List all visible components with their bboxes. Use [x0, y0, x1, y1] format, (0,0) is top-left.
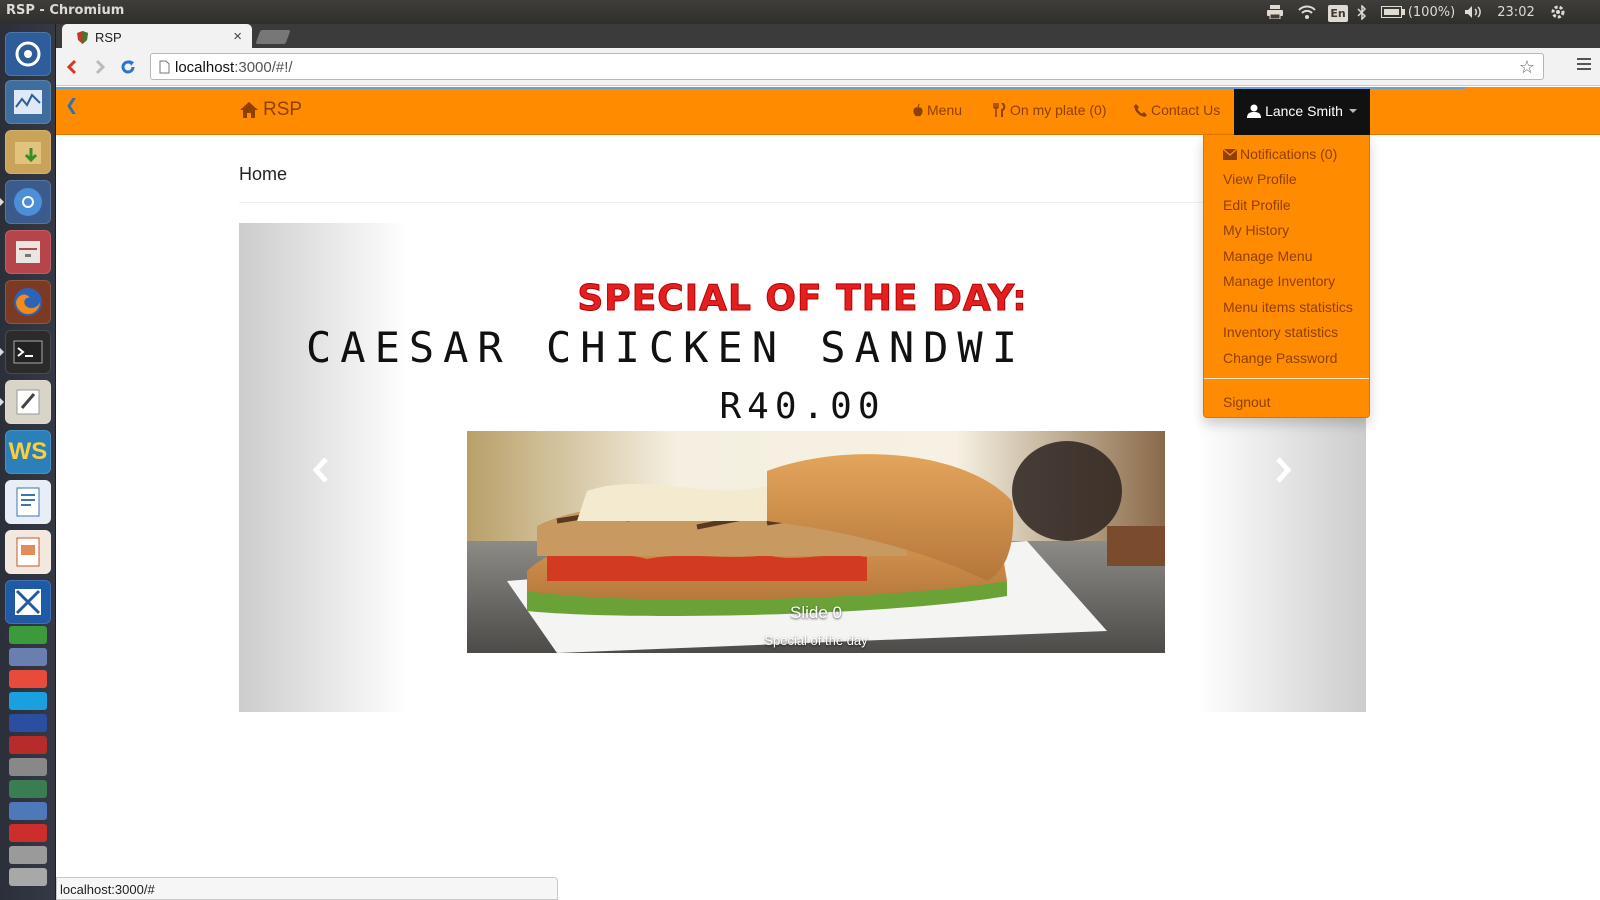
user-dropdown-menu: Notifications (0) View Profile Edit Prof… — [1203, 135, 1370, 418]
removable-drive-icon[interactable] — [9, 846, 47, 864]
skype-icon[interactable] — [9, 692, 47, 710]
address-bar[interactable]: localhost:3000/#!/ ☆ — [150, 53, 1544, 80]
back-button[interactable] — [62, 57, 82, 77]
back-arrow-icon — [66, 59, 77, 75]
trash-icon[interactable] — [9, 868, 47, 886]
site-navbar: ❮ RSP Menu On my plate (0) Contact Us La… — [56, 87, 1600, 135]
brand-name: RSP — [263, 99, 303, 120]
new-tab-button[interactable] — [255, 30, 291, 44]
running-indicator — [0, 398, 4, 406]
carousel-caption: Slide 0 Special of the day — [467, 603, 1165, 648]
user-menu-toggle[interactable]: Lance Smith — [1234, 87, 1370, 135]
battery-indicator[interactable]: (100%) — [1378, 0, 1458, 24]
page-icon — [159, 60, 170, 74]
special-item-name: CAESAR CHICKEN SANDWI — [306, 323, 1027, 372]
archive-manager-icon[interactable] — [5, 130, 51, 174]
impress-icon[interactable] — [5, 530, 51, 574]
system-top-panel: RSP - Chromium En (100%) 23:02 — [0, 0, 1600, 24]
battery-icon — [1380, 6, 1405, 18]
loading-bar — [56, 87, 1466, 89]
file-cabinet-icon[interactable] — [5, 230, 51, 274]
previous-slide-icon[interactable] — [309, 455, 333, 485]
home-icon — [240, 102, 258, 118]
dropdown-edit-profile[interactable]: Edit Profile — [1223, 197, 1291, 213]
settings-app-icon[interactable] — [9, 802, 47, 820]
webstorm-icon[interactable]: WS — [5, 430, 51, 474]
volume-icon[interactable] — [1462, 0, 1486, 24]
text-editor-icon[interactable] — [5, 380, 51, 424]
document-viewer-icon[interactable] — [9, 648, 47, 666]
keyboard-layout-indicator[interactable]: En — [1327, 0, 1349, 24]
reload-icon — [121, 60, 135, 74]
chromium-icon[interactable] — [5, 180, 51, 224]
nav-menu-link[interactable]: Menu — [913, 102, 962, 118]
battery-percent: (100%) — [1407, 4, 1456, 20]
tab-close-icon[interactable]: × — [233, 28, 242, 45]
bookmark-star-icon[interactable]: ☆ — [1519, 57, 1535, 78]
wifi-icon[interactable] — [1295, 0, 1319, 24]
dropdown-view-profile[interactable]: View Profile — [1223, 171, 1297, 187]
gmail-icon[interactable] — [9, 670, 47, 688]
dropdown-manage-menu[interactable]: Manage Menu — [1223, 248, 1313, 264]
next-slide-icon[interactable] — [1271, 455, 1295, 485]
running-indicator — [0, 348, 4, 356]
caret-down-icon — [1348, 109, 1357, 113]
dropdown-change-password[interactable]: Change Password — [1223, 350, 1337, 366]
special-carousel: SPECIAL OF THE DAY: CAESAR CHICKEN SANDW… — [239, 223, 1366, 712]
tab-title: RSP — [95, 29, 122, 45]
calc-icon[interactable] — [9, 626, 47, 644]
network-app-icon[interactable] — [9, 780, 47, 798]
running-indicator — [0, 198, 4, 206]
dash-home-icon[interactable] — [5, 32, 51, 76]
dropdown-notifications[interactable]: Notifications (0) — [1223, 146, 1337, 162]
firefox-icon[interactable] — [5, 280, 51, 324]
nav-contact-link[interactable]: Contact Us — [1134, 102, 1220, 118]
collapse-sidebar-icon[interactable]: ❮ — [65, 95, 78, 115]
window-title: RSP - Chromium — [6, 3, 125, 18]
user-icon — [1247, 104, 1262, 118]
forward-button[interactable] — [90, 57, 110, 77]
heading-divider — [239, 202, 1366, 203]
dropdown-divider — [1204, 378, 1369, 379]
workspace-icon[interactable] — [9, 824, 47, 842]
dropdown-manage-inventory[interactable]: Manage Inventory — [1223, 273, 1335, 289]
dropdown-inventory-statistics[interactable]: Inventory statistics — [1223, 324, 1338, 340]
brand-link[interactable]: RSP — [239, 99, 302, 121]
caption-title: Slide 0 — [790, 603, 842, 622]
system-monitor-icon[interactable] — [5, 80, 51, 124]
kde-app-icon[interactable] — [9, 714, 47, 732]
dropdown-my-history[interactable]: My History — [1223, 222, 1289, 238]
page-title: Home — [239, 164, 288, 184]
session-gear-icon[interactable] — [1546, 0, 1570, 24]
reload-button[interactable] — [118, 57, 138, 77]
nav-plate-link[interactable]: On my plate (0) — [992, 102, 1106, 118]
remote-desktop-icon[interactable] — [5, 580, 51, 624]
cutlery-icon — [993, 103, 1006, 117]
dropdown-menu-items-statistics[interactable]: Menu items statistics — [1223, 299, 1353, 315]
writer-icon[interactable] — [5, 480, 51, 524]
url-text: localhost:3000/#!/ — [175, 59, 293, 76]
dropdown-signout[interactable]: Signout — [1223, 394, 1270, 410]
bluetooth-icon[interactable] — [1354, 0, 1370, 24]
terminal-icon[interactable] — [5, 330, 51, 374]
caption-text: Special of the day — [764, 633, 868, 648]
drive-icon[interactable] — [9, 758, 47, 776]
browser-toolbar: localhost:3000/#!/ ☆ — [56, 48, 1600, 86]
youtube-icon[interactable] — [9, 736, 47, 754]
printer-icon[interactable] — [1264, 0, 1286, 24]
forward-arrow-icon — [95, 59, 106, 75]
phone-icon — [1134, 103, 1147, 117]
web-page: ❮ RSP Menu On my plate (0) Contact Us La… — [56, 87, 1600, 900]
favicon-icon — [77, 30, 88, 44]
user-name: Lance Smith — [1265, 103, 1343, 119]
launcher: WS — [0, 24, 56, 900]
tab-rsp[interactable]: RSP × — [62, 24, 252, 50]
link-status-bubble: localhost:3000/# — [56, 877, 558, 900]
clock[interactable]: 23:02 — [1493, 0, 1539, 24]
browser-menu-icon[interactable] — [1577, 58, 1591, 73]
apple-icon — [913, 103, 923, 116]
envelope-icon — [1223, 148, 1237, 160]
